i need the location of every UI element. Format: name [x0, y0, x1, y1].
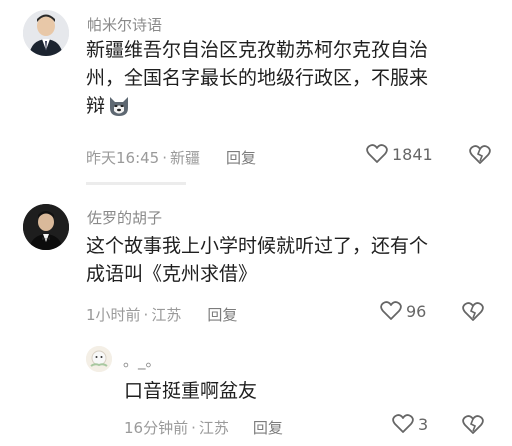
- location: 江苏: [151, 306, 182, 324]
- timestamp: 昨天16:45: [86, 149, 160, 167]
- separator: ·: [191, 418, 196, 437]
- like-button[interactable]: 96: [380, 301, 426, 321]
- comment-line: 州，全国名字最长的地级行政区，不服来: [86, 67, 429, 89]
- dislike-icon[interactable]: [469, 145, 491, 165]
- comment-line: 成语叫《克州求借》: [86, 263, 258, 285]
- location: 江苏: [198, 419, 229, 437]
- avatar[interactable]: [23, 204, 69, 250]
- husky-dog-emoji-icon: [107, 95, 131, 117]
- timestamp: 1小时前: [86, 306, 141, 324]
- dislike-icon[interactable]: [462, 415, 484, 435]
- reply-button[interactable]: 回复: [253, 417, 283, 438]
- comment-line: 新疆维吾尔自治区克孜勒苏柯尔克孜自治: [86, 39, 429, 61]
- like-button[interactable]: 3: [392, 414, 428, 434]
- heart-icon: [392, 414, 414, 434]
- username[interactable]: 佐罗的胡子: [87, 207, 162, 228]
- heart-icon: [366, 144, 388, 164]
- like-count: 96: [406, 301, 427, 321]
- username[interactable]: 。_。: [123, 350, 161, 371]
- separator: ·: [162, 148, 168, 167]
- comment-meta: 16分钟前 · 江苏 回复: [124, 417, 283, 438]
- comment-line-with-emoji: 辩: [86, 92, 496, 120]
- comment-text: 新疆维吾尔自治区克孜勒苏柯尔克孜自治 州，全国名字最长的地级行政区，不服来 辩: [86, 36, 496, 120]
- comment-line: 这个故事我上小学时候就听过了，还有个: [86, 235, 429, 257]
- comment-text: 口音挺重啊盆友: [124, 377, 494, 405]
- timestamp: 16分钟前: [124, 419, 189, 437]
- reply-comment: 。_。 口音挺重啊盆友 16分钟前 · 江苏 回复 3: [0, 340, 512, 446]
- comment-text: 这个故事我上小学时候就听过了，还有个 成语叫《克州求借》: [86, 232, 496, 288]
- divider: [86, 182, 186, 185]
- like-button[interactable]: 1841: [366, 144, 433, 164]
- reply-button[interactable]: 回复: [226, 147, 256, 168]
- reply-button[interactable]: 回复: [207, 304, 237, 325]
- username[interactable]: 帕米尔诗语: [87, 14, 162, 35]
- comment-line: 口音挺重啊盆友: [124, 380, 258, 402]
- like-count: 3: [418, 414, 429, 434]
- dislike-icon[interactable]: [462, 302, 484, 322]
- comment-2: 佐罗的胡子 这个故事我上小学时候就听过了，还有个 成语叫《克州求借》 1小时前 …: [0, 190, 512, 330]
- heart-icon: [380, 301, 402, 321]
- like-count: 1841: [392, 144, 433, 164]
- avatar[interactable]: [86, 346, 112, 372]
- comment-meta: 昨天16:45 · 新疆 回复: [86, 147, 256, 168]
- separator: ·: [143, 305, 149, 324]
- avatar[interactable]: [23, 10, 69, 56]
- location: 新疆: [170, 149, 201, 167]
- comment-meta: 1小时前 · 江苏 回复: [86, 304, 237, 325]
- comment-1: 帕米尔诗语 新疆维吾尔自治区克孜勒苏柯尔克孜自治 州，全国名字最长的地级行政区，…: [0, 0, 512, 185]
